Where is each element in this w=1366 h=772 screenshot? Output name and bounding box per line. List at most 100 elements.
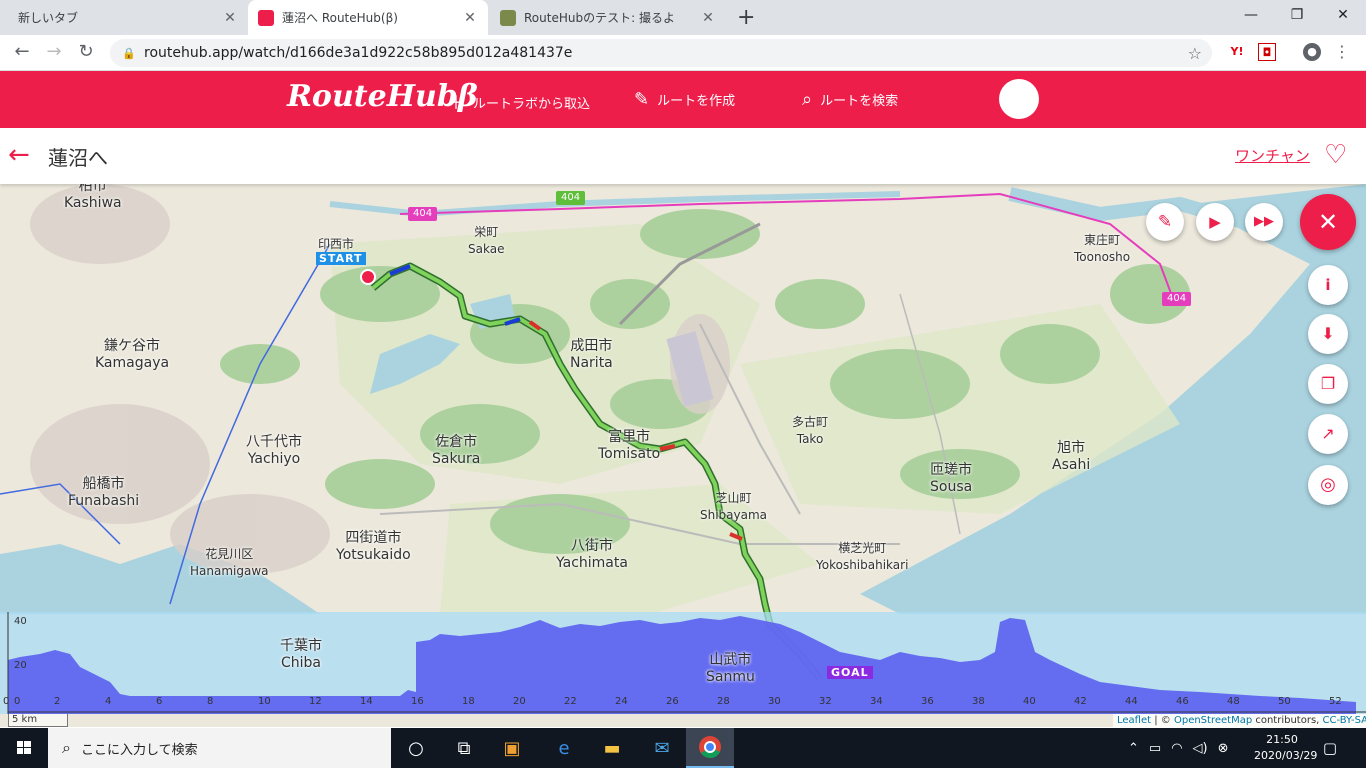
- bookmark-star-icon[interactable]: ☆: [1188, 44, 1202, 63]
- yahoo-extension-icon[interactable]: Y!: [1228, 43, 1246, 61]
- x-tick: 32: [819, 696, 832, 707]
- road-shield: 404: [408, 207, 438, 221]
- start-marker[interactable]: [360, 269, 376, 285]
- fast-forward-button[interactable]: ▶▶: [1245, 203, 1283, 241]
- window-close-icon[interactable]: ✕: [1320, 0, 1366, 32]
- map-attribution: Leaflet | © OpenStreetMap contributors, …: [1113, 714, 1366, 727]
- tab-routehub[interactable]: 蓮沼へ RouteHub(β) ✕: [248, 0, 488, 35]
- info-icon: i: [1325, 276, 1331, 294]
- x-tick: 10: [258, 696, 271, 707]
- x-tick: 34: [870, 696, 883, 707]
- tab-title: 新しいタブ: [18, 11, 79, 25]
- place-label: 富里市 Tomisato: [598, 429, 661, 462]
- edge-icon[interactable]: e: [540, 728, 588, 768]
- place-label: 千葉市 Chiba: [280, 638, 322, 671]
- chevron-up-icon[interactable]: ⌃: [1128, 741, 1139, 756]
- x-tick: 42: [1074, 696, 1087, 707]
- close-icon: ✕: [1317, 208, 1339, 236]
- chrome-logo-icon: [699, 736, 721, 758]
- download-button[interactable]: ⬇: [1308, 314, 1348, 354]
- elevation-profile[interactable]: 40 20 0 0 2 4 6 8 10 12 14 16 18 20 22 24 26 28 30 32 34 3…: [0, 612, 1366, 714]
- place-label: 成田市 Narita: [570, 338, 613, 371]
- minimize-icon[interactable]: —: [1228, 0, 1274, 32]
- back-arrow-icon[interactable]: ←: [8, 140, 30, 170]
- x-tick: 52: [1329, 696, 1342, 707]
- license-link[interactable]: CC-BY-SA: [1323, 715, 1366, 726]
- windows-taskbar: ⌕ ここに入力して検索 ○ ⧉ ▣ e ▬ ✉ ⌃ ▭ ◠ ◁) ⊗ 21:50…: [0, 728, 1366, 768]
- back-arrow-icon[interactable]: ←: [10, 40, 34, 64]
- reload-icon[interactable]: ↻: [74, 40, 98, 64]
- x-tick: 50: [1278, 696, 1291, 707]
- nav-label: ルートを作成: [657, 94, 736, 109]
- pencil-icon: ✎: [634, 89, 650, 110]
- road-shield: 404: [556, 191, 586, 205]
- scale-bar: 5 km: [8, 714, 68, 727]
- search-route-link[interactable]: ⌕ ルートを検索: [802, 89, 898, 110]
- system-tray: ⌃ ▭ ◠ ◁) ⊗: [1128, 728, 1229, 768]
- maximize-icon[interactable]: ❐: [1274, 0, 1320, 32]
- media-player-icon[interactable]: ▣: [488, 728, 536, 768]
- new-tab-button[interactable]: +: [737, 5, 755, 30]
- copy-icon: ❐: [1320, 374, 1336, 393]
- close-menu-button[interactable]: ✕: [1300, 194, 1356, 250]
- file-explorer-icon[interactable]: ▬: [588, 728, 636, 768]
- import-routelab-link[interactable]: ＋ ルートラボから取込: [447, 89, 590, 115]
- user-avatar[interactable]: [999, 79, 1039, 119]
- x-tick: 26: [666, 696, 679, 707]
- trending-up-icon: ↗: [1321, 424, 1335, 443]
- address-bar[interactable]: 🔒 routehub.app/watch/d166de3a1d922c58b89…: [110, 39, 1212, 67]
- clock-time: 21:50: [1266, 733, 1298, 746]
- copy-button[interactable]: ❐: [1308, 364, 1348, 404]
- taskbar-clock[interactable]: 21:50 2020/03/29: [1254, 732, 1317, 764]
- heart-icon[interactable]: ♡: [1324, 140, 1347, 170]
- pocket-extension-icon[interactable]: ◘: [1258, 43, 1276, 61]
- play-button[interactable]: ▶: [1196, 203, 1234, 241]
- leaflet-link[interactable]: Leaflet: [1117, 715, 1151, 726]
- forward-arrow-icon[interactable]: →: [42, 40, 66, 64]
- start-label: START: [316, 252, 366, 265]
- close-icon[interactable]: ✕: [700, 10, 716, 26]
- menu-icon[interactable]: ⋮: [1333, 43, 1351, 61]
- download-icon: ⬇: [1321, 324, 1335, 343]
- create-route-link[interactable]: ✎ ルートを作成: [634, 89, 735, 110]
- search-icon: ⌕: [62, 738, 71, 757]
- leaf-favicon-icon: [500, 9, 516, 26]
- x-tick: 8: [207, 696, 214, 707]
- place-label: 多古町 Tako: [792, 415, 829, 446]
- elevation-button[interactable]: ↗: [1308, 414, 1348, 454]
- mail-icon[interactable]: ✉: [638, 728, 686, 768]
- search-placeholder: ここに入力して検索: [80, 742, 198, 758]
- chrome-icon[interactable]: [686, 728, 734, 768]
- plus-icon: ＋: [447, 93, 465, 114]
- close-icon[interactable]: ✕: [462, 10, 478, 26]
- profile-icon[interactable]: ●: [1303, 43, 1321, 61]
- osm-link[interactable]: OpenStreetMap: [1174, 715, 1252, 726]
- play-icon: ▶: [1209, 213, 1221, 231]
- battery-icon[interactable]: ▭: [1149, 741, 1161, 756]
- wifi-icon[interactable]: ◠: [1171, 741, 1182, 756]
- taskbar-search[interactable]: ⌕ ここに入力して検索: [48, 728, 391, 768]
- y-tick: 40: [14, 616, 27, 627]
- network-off-icon[interactable]: ⊗: [1218, 741, 1229, 756]
- locate-button[interactable]: ◎: [1308, 465, 1348, 505]
- notification-icon[interactable]: ▢: [1310, 728, 1350, 768]
- x-tick: 18: [462, 696, 475, 707]
- x-tick: 20: [513, 696, 526, 707]
- windows-start-button[interactable]: [0, 728, 48, 768]
- close-icon[interactable]: ✕: [222, 10, 238, 26]
- place-label: 栄町 Sakae: [468, 225, 505, 256]
- pencil-icon: ✎: [1157, 212, 1173, 232]
- tab-new[interactable]: 新しいタブ ✕: [8, 0, 248, 35]
- edit-button[interactable]: ✎: [1146, 203, 1184, 241]
- x-tick: 36: [921, 696, 934, 707]
- search-icon: ⌕: [802, 89, 813, 110]
- cortana-icon[interactable]: ○: [392, 728, 440, 768]
- place-label: 船橋市 Funabashi: [68, 476, 140, 509]
- task-view-icon[interactable]: ⧉: [440, 728, 488, 768]
- x-tick: 4: [105, 696, 112, 707]
- info-button[interactable]: i: [1308, 265, 1348, 305]
- tab-routehub-test[interactable]: RouteHubのテスト: 撮るよ ✕: [490, 0, 726, 35]
- volume-icon[interactable]: ◁): [1193, 741, 1208, 756]
- tab-title: 蓮沼へ RouteHub(β): [282, 11, 398, 25]
- author-link[interactable]: ワンチャン: [1235, 145, 1310, 166]
